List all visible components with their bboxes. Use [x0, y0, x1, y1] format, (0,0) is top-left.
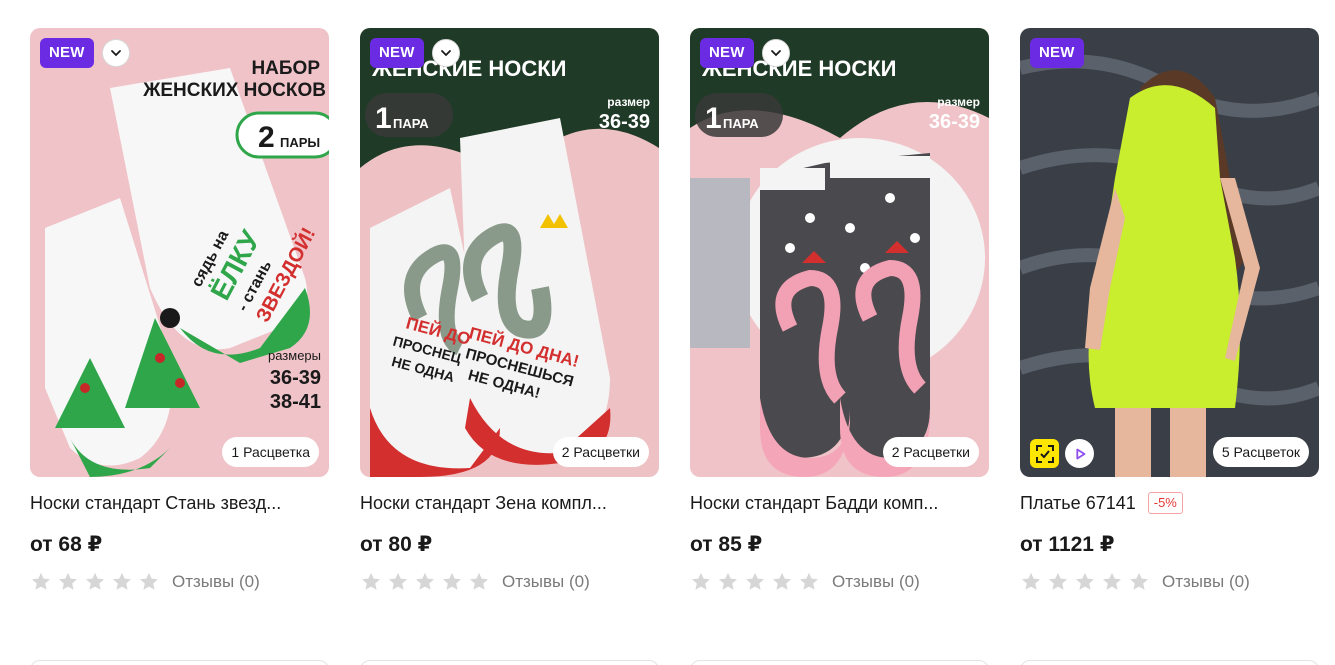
star-icon: [1022, 572, 1040, 590]
star-icon: [443, 572, 461, 590]
size-value: 36-39: [929, 111, 980, 133]
product-price: от 1121 ₽: [1020, 533, 1115, 556]
star-icon: [1130, 572, 1148, 590]
reviews-link[interactable]: Отзывы (0): [172, 572, 260, 592]
reviews-link[interactable]: Отзывы (0): [832, 572, 920, 592]
star-icon: [86, 572, 104, 590]
star-icon: [1103, 572, 1121, 590]
rating-stars: [690, 571, 820, 593]
product-title[interactable]: Носки стандарт Бадди комп...: [690, 493, 938, 514]
product-price: от 80 ₽: [360, 533, 433, 556]
product-photo-cobra-socks: ЖЕНСКИЕ НОСКИ 1 ПАРА размер 36-39: [690, 28, 989, 477]
colors-count-badge[interactable]: 5 Расцветок: [1212, 437, 1309, 467]
count-number: 1: [705, 102, 722, 135]
star-icon: [800, 572, 818, 590]
size-fit-icon[interactable]: [1030, 439, 1059, 468]
colors-count-badge[interactable]: 1 Расцветка: [222, 437, 319, 467]
product-card[interactable]: ЖЕНСКИЕ НОСКИ 1 ПАРА размер 36-39 ПЕЙ ДО…: [360, 28, 659, 594]
product-title[interactable]: Носки стандарт Стань звезд...: [30, 493, 281, 514]
star-icon: [389, 572, 407, 590]
product-title[interactable]: Платье 67141: [1020, 493, 1136, 514]
product-price: от 85 ₽: [690, 533, 763, 556]
product-photo-dress: [1020, 28, 1319, 477]
rating-stars: [30, 571, 160, 593]
new-badge: NEW: [370, 38, 424, 68]
size-label: размер: [607, 95, 650, 109]
product-title[interactable]: Носки стандарт Зена компл...: [360, 493, 607, 514]
product-price: от 68 ₽: [30, 533, 103, 556]
size-1: 36-39: [270, 367, 321, 389]
count-number: 1: [375, 102, 392, 135]
star-icon: [32, 572, 50, 590]
star-icon: [362, 572, 380, 590]
chevron-down-icon[interactable]: [762, 39, 790, 67]
product-image[interactable]: ЖЕНСКИЕ НОСКИ 1 ПАРА размер 36-39 NEW 2 …: [690, 28, 989, 477]
new-badge: NEW: [40, 38, 94, 68]
product-card-placeholder: [690, 660, 989, 665]
product-image[interactable]: NEW 5 Расцветок: [1020, 28, 1319, 477]
size-value: 36-39: [599, 111, 650, 133]
star-icon: [1049, 572, 1067, 590]
rating-stars: [360, 571, 490, 593]
star-icon: [416, 572, 434, 590]
count-word: ПАРА: [723, 116, 759, 131]
chevron-down-icon[interactable]: [432, 39, 460, 67]
count-word: ПАРЫ: [280, 135, 320, 150]
new-badge: NEW: [700, 38, 754, 68]
product-photo-socks-set: 2 ПАРЫ НАБОР ЖЕНСКИХ НОСКОВ сядь на ЁЛКУ…: [30, 28, 329, 477]
reviews-link[interactable]: Отзывы (0): [1162, 572, 1250, 592]
star-icon: [140, 572, 158, 590]
star-icon: [746, 572, 764, 590]
art-headline-1: НАБОР: [251, 58, 320, 79]
rating-stars: [1020, 571, 1150, 593]
star-icon: [773, 572, 791, 590]
star-icon: [1076, 572, 1094, 590]
chevron-down-icon[interactable]: [102, 39, 130, 67]
new-badge: NEW: [1030, 38, 1084, 68]
product-card-placeholder: [1020, 660, 1319, 665]
product-photo-snake-socks: ЖЕНСКИЕ НОСКИ 1 ПАРА размер 36-39 ПЕЙ ДО…: [360, 28, 659, 477]
discount-badge: -5%: [1147, 492, 1183, 514]
product-card[interactable]: NEW 5 Расцветок Платье 67141 -5% от 1121…: [1020, 28, 1319, 594]
reviews-link[interactable]: Отзывы (0): [502, 572, 590, 592]
play-video-icon[interactable]: [1065, 439, 1094, 468]
size-2: 38-41: [270, 391, 321, 413]
colors-count-badge[interactable]: 2 Расцветки: [882, 437, 979, 467]
product-card-placeholder: [360, 660, 659, 665]
star-icon: [59, 572, 77, 590]
product-image[interactable]: 2 ПАРЫ НАБОР ЖЕНСКИХ НОСКОВ сядь на ЁЛКУ…: [30, 28, 329, 477]
art-headline-2: ЖЕНСКИХ НОСКОВ: [142, 80, 326, 101]
star-icon: [113, 572, 131, 590]
star-icon: [692, 572, 710, 590]
next-row-preview: [30, 660, 1319, 665]
size-label: размер: [937, 95, 980, 109]
product-card[interactable]: ЖЕНСКИЕ НОСКИ 1 ПАРА размер 36-39 NEW 2 …: [690, 28, 989, 594]
count-word: ПАРА: [393, 116, 429, 131]
product-grid: 2 ПАРЫ НАБОР ЖЕНСКИХ НОСКОВ сядь на ЁЛКУ…: [30, 28, 1319, 594]
product-image[interactable]: ЖЕНСКИЕ НОСКИ 1 ПАРА размер 36-39 ПЕЙ ДО…: [360, 28, 659, 477]
sizes-label: размеры: [268, 348, 321, 363]
colors-count-badge[interactable]: 2 Расцветки: [552, 437, 649, 467]
star-icon: [719, 572, 737, 590]
count-number: 2: [258, 121, 275, 154]
product-card-placeholder: [30, 660, 329, 665]
star-icon: [470, 572, 488, 590]
product-card[interactable]: 2 ПАРЫ НАБОР ЖЕНСКИХ НОСКОВ сядь на ЁЛКУ…: [30, 28, 329, 594]
